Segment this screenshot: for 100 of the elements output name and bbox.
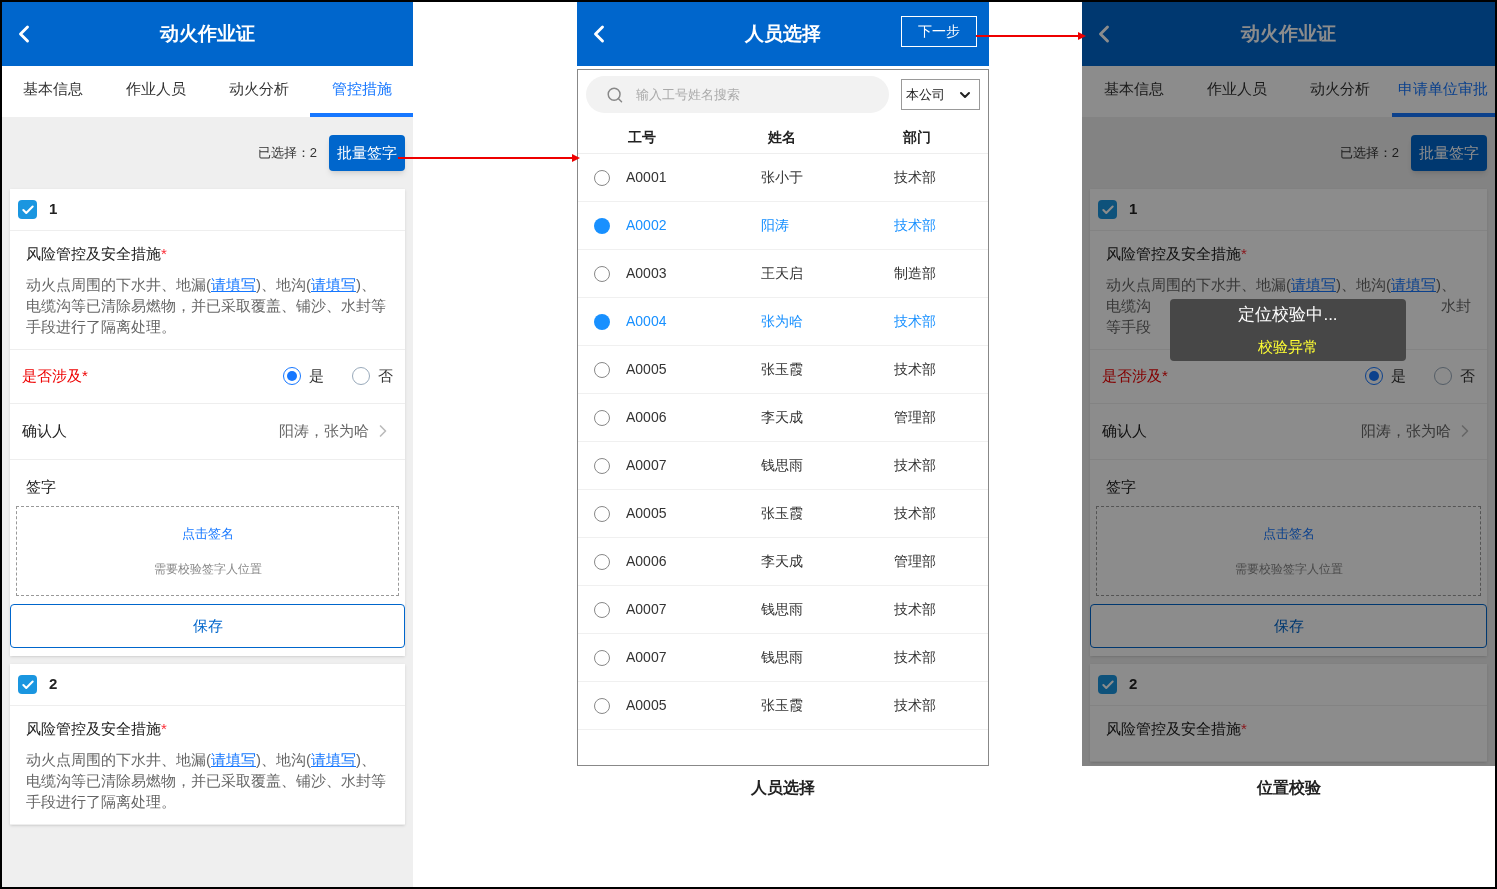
tab[interactable]: 作业人员	[104, 66, 208, 117]
employee-id: A0006	[626, 552, 667, 571]
measure-label: 风险管控及安全措施*	[1106, 719, 1248, 739]
search-input[interactable]: 输入工号姓名搜索	[635, 84, 869, 105]
department: 技术部	[893, 168, 938, 187]
measure-text: 等手段	[1106, 316, 1151, 337]
confirmer-value[interactable]: 阳涛，张为哈	[1361, 419, 1451, 443]
signature-label: 签字	[25, 476, 57, 497]
department: 技术部	[893, 696, 938, 715]
person-row[interactable]: A0006 李天成 管理部	[578, 394, 988, 442]
toast-message: 定位校验中...	[1238, 304, 1338, 326]
person-row[interactable]: A0005 张玉霞 技术部	[578, 682, 988, 730]
tab[interactable]: 申请单位审批	[1391, 66, 1495, 117]
radio-label: 否	[1460, 365, 1475, 386]
measure-text: 电缆沟	[1106, 295, 1151, 316]
tab[interactable]: 作业人员	[1185, 66, 1289, 117]
search-field[interactable]: 输入工号姓名搜索	[586, 76, 889, 113]
signature-label: 签字	[1105, 476, 1137, 497]
person-row[interactable]: A0007 钱思雨 技术部	[578, 442, 988, 490]
next-step-button[interactable]: 下一步	[901, 16, 977, 47]
fill-in-link[interactable]: 请填写	[1391, 275, 1436, 293]
fill-in-link[interactable]: 请填写	[311, 750, 356, 768]
checkbox[interactable]	[18, 675, 37, 694]
employee-id: A0005	[626, 360, 667, 379]
measure-text: 动火点周围的下水井、地漏(请填写)、地沟(请填写)、	[1106, 274, 1456, 295]
employee-id: A0005	[626, 504, 667, 523]
person-row[interactable]: A0003 王天启 制造部	[578, 250, 988, 298]
fill-in-link[interactable]: 请填写	[211, 750, 256, 768]
checkmark-icon	[20, 677, 35, 692]
person-row[interactable]: A0007 钱思雨 技术部	[578, 586, 988, 634]
item-number: 1	[49, 199, 58, 220]
item-number: 2	[1129, 674, 1138, 695]
checkmark-icon	[1100, 677, 1115, 692]
employee-name: 张玉霞	[759, 696, 804, 715]
tab[interactable]: 动火分析	[207, 66, 311, 117]
employee-id: A0001	[626, 168, 667, 187]
department: 技术部	[893, 648, 938, 667]
batch-sign-button[interactable]: 批量签字	[1411, 135, 1487, 171]
employee-id: A0002	[626, 216, 667, 235]
employee-id: A0003	[626, 264, 667, 283]
fill-in-link[interactable]: 请填写	[211, 275, 256, 293]
measure-label: 风险管控及安全措施*	[26, 244, 168, 264]
checkbox[interactable]	[1098, 675, 1117, 694]
employee-id: A0006	[626, 408, 667, 427]
employee-id: A0004	[626, 312, 667, 331]
radio-label: 否	[378, 365, 393, 386]
measure-label: 风险管控及安全措施*	[26, 719, 168, 739]
fill-in-link[interactable]: 请填写	[1291, 275, 1336, 293]
fill-in-link[interactable]: 请填写	[311, 275, 356, 293]
tab[interactable]: 基本信息	[2, 66, 105, 117]
confirmer-label: 确认人	[1102, 420, 1147, 441]
column-header: 工号	[627, 127, 657, 147]
person-row[interactable]: A0002 阳涛 技术部	[578, 202, 988, 250]
employee-id: A0005	[626, 696, 667, 715]
scope-select[interactable]: 本公司	[901, 79, 980, 110]
measure-text: 动火点周围的下水井、地漏(请填写)、地沟(请填写)、电缆沟等已清除易燃物，并已采取覆盖、铺沙、水封等手段进行了隔离处理。	[26, 274, 387, 337]
radio-button[interactable]	[594, 217, 610, 234]
person-row[interactable]: A0006 李天成 管理部	[578, 538, 988, 586]
confirmer-value[interactable]: 阳涛，张为哈	[279, 419, 369, 443]
tab[interactable]: 基本信息	[1082, 66, 1186, 117]
toast-status: 校验异常	[1258, 336, 1318, 357]
signature-pad[interactable]: 点击签名 需要校验签字人位置	[16, 506, 399, 596]
batch-sign-button[interactable]: 批量签字	[329, 135, 405, 171]
department: 制造部	[893, 264, 938, 283]
employee-name: 阳涛	[759, 216, 790, 235]
employee-name: 钱思雨	[759, 600, 804, 619]
screen-title: 动火作业证	[160, 21, 255, 46]
department: 技术部	[893, 360, 938, 379]
person-row[interactable]: A0004 张为哈 技术部	[578, 298, 988, 346]
caption: 人员选择	[751, 778, 815, 798]
person-row[interactable]: A0007 钱思雨 技术部	[578, 634, 988, 682]
tab[interactable]: 管控措施	[310, 66, 413, 117]
measure-label: 风险管控及安全措施*	[1106, 244, 1248, 264]
person-row[interactable]: A0005 张玉霞 技术部	[578, 490, 988, 538]
measure-text: 动火点周围的下水井、地漏(请填写)、地沟(请填写)、电缆沟等已清除易燃物，并已采取覆盖、铺沙、水封等手段进行了隔离处理。	[26, 749, 387, 812]
employee-name: 王天启	[759, 264, 804, 283]
radio-label: 是	[1391, 365, 1406, 386]
checkbox[interactable]	[18, 200, 37, 219]
radio-label: 是	[309, 365, 324, 386]
employee-id: A0007	[626, 456, 667, 475]
involve-label: 是否涉及*	[1102, 365, 1168, 386]
save-button[interactable]: 保存	[1090, 604, 1487, 648]
sign-action[interactable]: 点击签名	[1262, 524, 1315, 544]
employee-name: 张为哈	[759, 312, 804, 331]
sign-action[interactable]: 点击签名	[181, 524, 234, 544]
department: 技术部	[893, 216, 938, 235]
department: 管理部	[893, 408, 938, 427]
employee-name: 李天成	[759, 408, 804, 427]
involve-label: 是否涉及*	[22, 365, 88, 386]
person-row[interactable]: A0005 张玉霞 技术部	[578, 346, 988, 394]
department: 管理部	[893, 552, 938, 571]
employee-name: 张玉霞	[759, 504, 804, 523]
screen-title: 人员选择	[745, 21, 821, 46]
department: 技术部	[893, 456, 938, 475]
tab[interactable]: 动火分析	[1288, 66, 1392, 117]
checkmark-icon	[20, 202, 35, 217]
radio-button[interactable]	[594, 313, 610, 330]
person-row[interactable]: A0001 张小于 技术部	[578, 154, 988, 202]
checkbox[interactable]	[1098, 200, 1117, 219]
save-button[interactable]: 保存	[10, 604, 405, 648]
